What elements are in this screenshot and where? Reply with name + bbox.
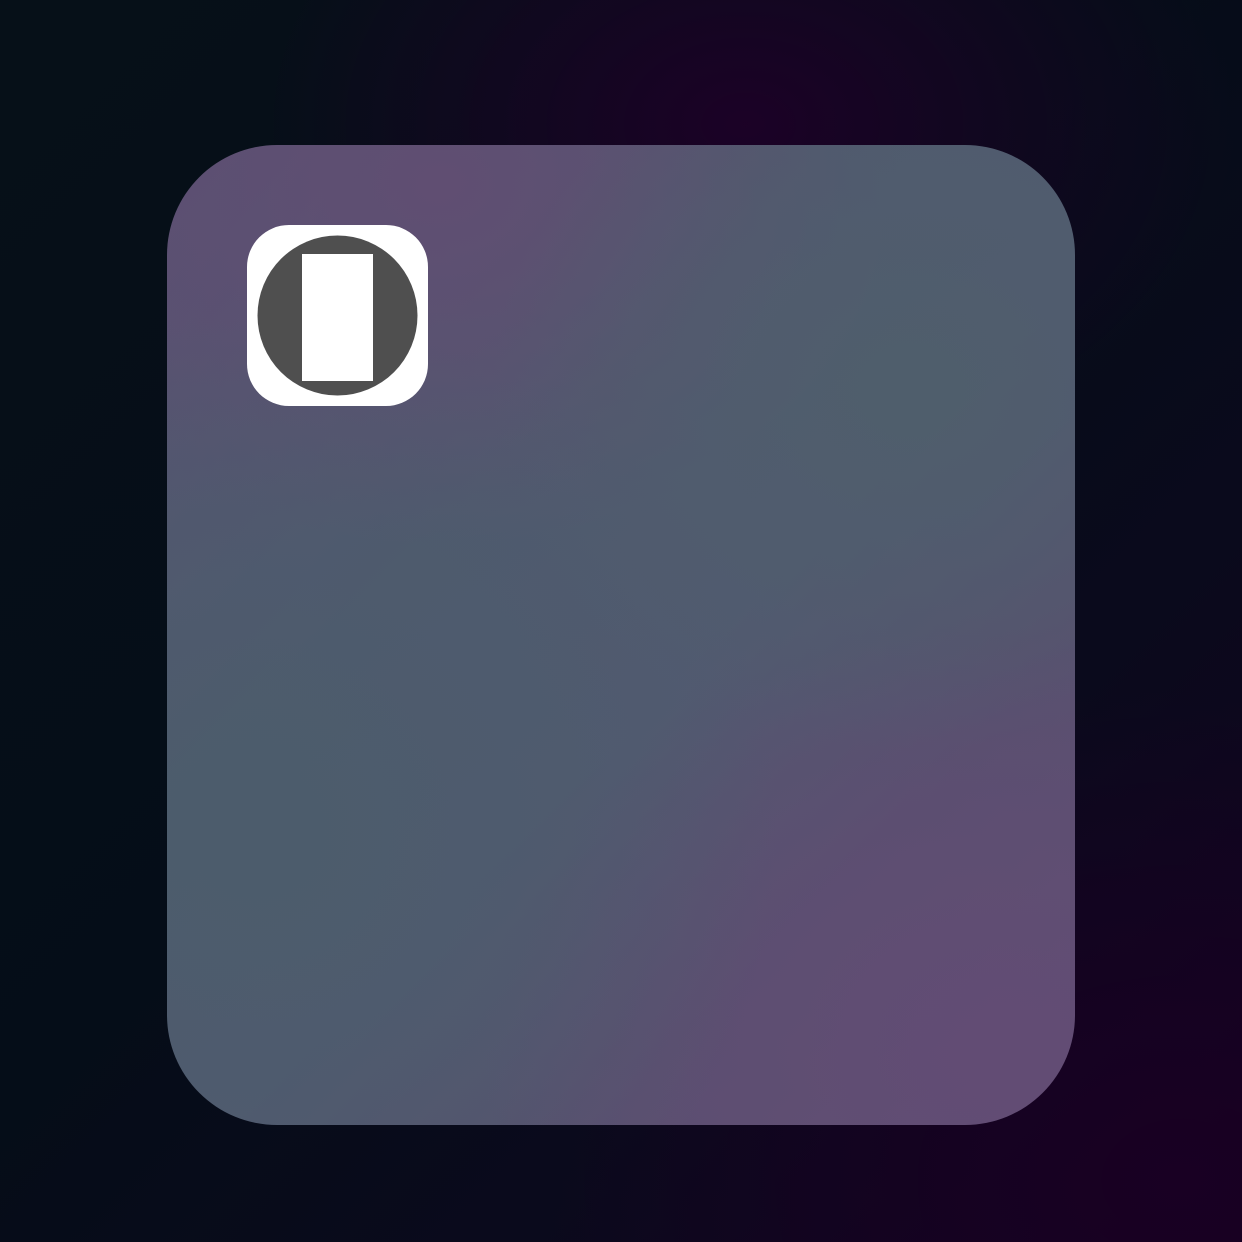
app-icon-button[interactable] [247, 225, 428, 406]
widget-stack[interactable] [167, 145, 1075, 1125]
phone-in-circle-icon [257, 235, 418, 396]
